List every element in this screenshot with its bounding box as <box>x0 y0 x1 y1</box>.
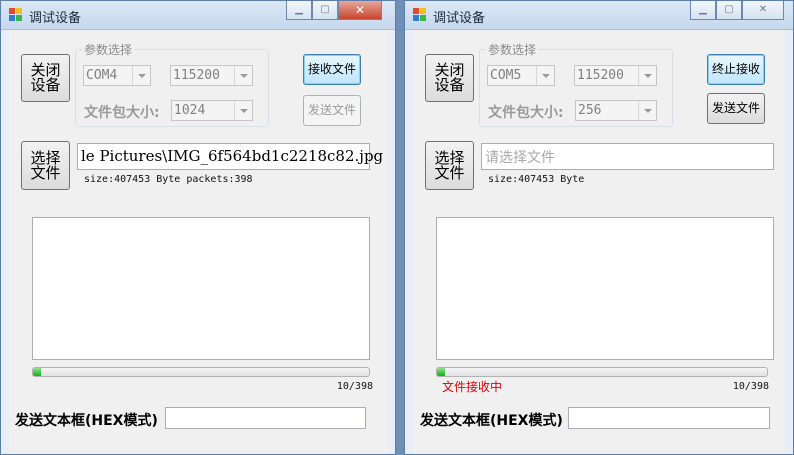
port-select[interactable]: COM4 <box>83 65 151 86</box>
right-titlebar[interactable]: 调试设备 ▁ ▢ ✕ <box>405 1 793 30</box>
select-file-button[interactable]: 选择文件 <box>425 141 474 190</box>
log-textarea[interactable] <box>436 217 774 360</box>
app-icon <box>9 8 23 22</box>
status-text: 文件接收中 <box>442 380 503 394</box>
port-value: COM4 <box>86 68 118 83</box>
baud-select[interactable]: 115200 <box>574 65 657 86</box>
receive-file-button[interactable]: 接收文件 <box>303 54 361 85</box>
close-device-button[interactable]: 关闭设备 <box>425 54 474 102</box>
left-client-area: 关闭设备 参数选择 COM4 115200 文件包大小: 1024 接收文件 发… <box>9 30 387 454</box>
group-legend: 参数选择 <box>82 41 135 58</box>
baud-value: 115200 <box>173 68 220 83</box>
progress-count: 10/398 <box>732 381 769 392</box>
send-text-input[interactable] <box>568 407 770 429</box>
dropdown-arrow-icon <box>234 101 252 120</box>
minimize-icon[interactable]: ▁ <box>286 1 312 20</box>
left-titlebar[interactable]: 调试设备 ▁ ▢ ✕ <box>1 1 395 30</box>
app-icon <box>413 8 427 22</box>
packet-size-select[interactable]: 1024 <box>171 100 253 121</box>
baud-value: 115200 <box>577 68 624 83</box>
minimize-icon[interactable]: ▁ <box>690 1 716 20</box>
close-icon[interactable]: ✕ <box>742 1 784 20</box>
send-text-input[interactable] <box>165 407 366 429</box>
send-file-button[interactable]: 发送文件 <box>303 95 361 126</box>
left-window: 调试设备 ▁ ▢ ✕ 关闭设备 参数选择 COM4 115200 文件包大小: … <box>0 0 396 455</box>
close-icon[interactable]: ✕ <box>338 1 382 20</box>
transfer-progress-bar <box>32 367 370 377</box>
packet-size-label: 文件包大小: <box>84 105 160 121</box>
window-title: 调试设备 <box>433 11 486 26</box>
packet-size-value: 256 <box>578 103 602 118</box>
select-file-button[interactable]: 选择文件 <box>21 141 70 190</box>
dropdown-arrow-icon <box>234 66 252 85</box>
group-legend: 参数选择 <box>486 41 539 58</box>
send-text-label: 发送文本框(HEX模式) <box>420 413 563 429</box>
transfer-progress-bar <box>436 367 768 377</box>
send-file-button[interactable]: 发送文件 <box>707 93 765 124</box>
right-window: 调试设备 ▁ ▢ ✕ 关闭设备 参数选择 COM5 115200 文件包大小: … <box>404 0 794 455</box>
file-path-text: le Pictures\IMG_6f564bd1c2218c82.jpg <box>81 147 384 165</box>
dropdown-arrow-icon <box>132 66 150 85</box>
progress-count: 10/398 <box>336 381 373 392</box>
file-path-field[interactable]: 请选择文件 <box>481 143 774 170</box>
send-text-label: 发送文本框(HEX模式) <box>15 413 158 429</box>
baud-select[interactable]: 115200 <box>170 65 253 86</box>
file-path-placeholder: 请选择文件 <box>485 150 555 166</box>
packet-size-select[interactable]: 256 <box>575 100 657 121</box>
packet-size-label: 文件包大小: <box>488 105 564 121</box>
file-info-text: size:407453 Byte packets:398 <box>84 174 253 185</box>
packet-size-value: 1024 <box>174 103 206 118</box>
file-info-text: size:407453 Byte <box>488 174 585 185</box>
port-select[interactable]: COM5 <box>487 65 555 86</box>
port-value: COM5 <box>490 68 522 83</box>
progress-fill <box>437 368 446 376</box>
dropdown-arrow-icon <box>638 101 656 120</box>
stop-receive-button[interactable]: 终止接收 <box>707 54 765 85</box>
right-client-area: 关闭设备 参数选择 COM5 115200 文件包大小: 256 终止接收 发送… <box>413 30 785 454</box>
close-device-button[interactable]: 关闭设备 <box>21 54 70 102</box>
dropdown-arrow-icon <box>638 66 656 85</box>
maximize-icon[interactable]: ▢ <box>312 1 338 20</box>
maximize-icon[interactable]: ▢ <box>716 1 742 20</box>
progress-fill <box>33 368 42 376</box>
file-path-field[interactable]: le Pictures\IMG_6f564bd1c2218c82.jpg <box>77 143 383 170</box>
window-title: 调试设备 <box>29 11 82 26</box>
log-textarea[interactable] <box>32 217 370 360</box>
dropdown-arrow-icon <box>536 66 554 85</box>
